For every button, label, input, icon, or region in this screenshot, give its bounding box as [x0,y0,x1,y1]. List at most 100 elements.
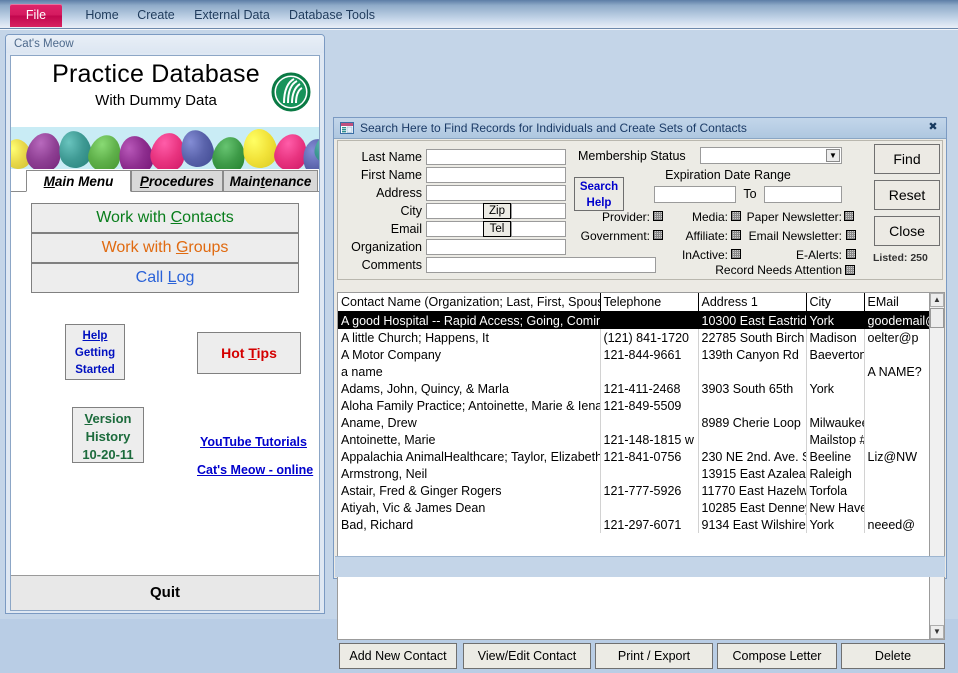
call-log-button[interactable]: Call Log [31,263,299,293]
main-menu-panel: Work with Contacts Work with Groups Call… [11,193,319,610]
label-address: Address [376,186,422,200]
delete-button[interactable]: Delete [841,643,945,669]
cell-telephone: 121-411-2468 [600,380,699,397]
last-name-input[interactable] [426,149,566,165]
easter-egg [56,128,94,169]
cell-contact-name: Armstrong, Neil [338,465,601,482]
chevron-down-icon[interactable]: ▼ [826,149,840,162]
table-row[interactable]: Aname, Drew 8989 Cherie Loop Milwaukee [338,414,931,431]
grid-vertical-scrollbar[interactable]: ▲ ▼ [929,293,944,639]
expiration-to-input[interactable] [764,186,842,203]
record-needs-attention-checkbox[interactable] [845,265,855,275]
cell-email: oelter@p [864,329,931,346]
table-row[interactable]: Astair, Fred & Ginger Rogers 121-777-5926… [338,482,931,499]
table-row[interactable]: A good Hospital -- Rapid Access; Going, … [338,311,931,329]
column-header-email[interactable]: EMail [864,293,931,312]
cell-address1: 10300 East Eastridge St [698,311,807,329]
comments-input[interactable] [426,257,656,273]
print-export-button[interactable]: Print / Export [595,643,713,669]
table-row[interactable]: Atiyah, Vic & James Dean 10285 East Denne… [338,499,931,516]
cell-address1 [698,363,807,380]
table-row[interactable]: Appalachia AnimalHealthcare; Taylor, Eli… [338,448,931,465]
tab-main-menu[interactable]: Main Menu [26,170,131,192]
compose-letter-button[interactable]: Compose Letter [717,643,837,669]
table-row[interactable]: Antoinette, Marie 121-148-1815 w Mailstop … [338,431,931,448]
cell-address1: 11770 East Hazelwood [698,482,807,499]
add-new-contact-button[interactable]: Add New Contact [339,643,457,669]
search-help-line-1: Search [579,181,619,193]
cell-contact-name: Adams, John, Quincy, & Marla [338,380,601,397]
ribbon-tab-database-tools[interactable]: Database Tools [280,4,384,26]
tab-maintenance[interactable]: Maintenance [223,170,318,192]
cats-meow-window: Cat's Meow Practice Database With Dummy … [5,34,325,614]
zip-input[interactable] [511,203,566,219]
tel-input[interactable] [511,221,566,237]
view-edit-contact-button[interactable]: View/Edit Contact [463,643,591,669]
email-newsletter-checkbox[interactable] [846,230,856,240]
e-alerts-checkbox[interactable] [846,249,856,259]
cell-city: Baeverton [806,346,865,363]
organization-input[interactable] [426,239,566,255]
expiration-from-input[interactable] [654,186,736,203]
help-getting-started-button[interactable]: Help Getting Started [65,324,125,380]
cell-email [864,482,931,499]
city-input[interactable] [426,203,491,219]
cell-email [864,414,931,431]
version-history-button[interactable]: Version History 10-20-11 [72,407,144,463]
ribbon-tab-home[interactable]: Home [78,4,126,26]
table-row[interactable]: Bad, Richard 121-297-6071 9134 East Wilshi… [338,516,931,533]
column-header-city[interactable]: City [806,293,865,312]
close-icon[interactable]: ✖ [926,121,940,135]
cell-city [806,397,865,414]
cell-contact-name: Astair, Fred & Ginger Rogers [338,482,601,499]
ribbon-tab-create[interactable]: Create [130,4,182,26]
column-header-address1[interactable]: Address 1 [698,293,807,312]
membership-status-select[interactable]: ▼ [700,147,842,164]
table-row[interactable]: Armstrong, Neil 13915 East Azalea Ct.Rale… [338,465,931,482]
hot-tips-button[interactable]: Hot Tips [197,332,301,374]
access-form-icon [340,122,354,134]
first-name-input[interactable] [426,167,566,183]
column-header-telephone[interactable]: Telephone [600,293,699,312]
work-with-contacts-button[interactable]: Work with Contacts [31,203,299,233]
label-expiration-to: To [743,187,757,201]
youtube-tutorials-link[interactable]: YouTube Tutorials [200,435,307,449]
button-accesskey: T [248,345,257,361]
triangle-up-icon[interactable]: ▲ [930,293,944,307]
cell-email: goodemail@ [864,311,931,329]
address-input[interactable] [426,185,566,201]
work-with-groups-button[interactable]: Work with Groups [31,233,299,263]
table-row[interactable]: a name A NAME? [338,363,931,380]
version-word: ersion [92,411,132,426]
table-row[interactable]: Aloha Family Practice; Antoinette, Marie… [338,397,931,414]
cell-telephone [600,465,699,482]
cell-address1 [698,397,807,414]
label-provider: Provider: [601,210,650,224]
cats-meow-body: Practice Database With Dummy Data Main M… [10,55,320,611]
search-dialog: Search Here to Find Records for Individu… [333,117,947,669]
listed-value: 250 [910,252,928,264]
tab-procedures[interactable]: Procedures [131,170,223,192]
table-row[interactable]: Adams, John, Quincy, & Marla 121-411-2468… [338,380,931,397]
provider-checkbox[interactable] [653,211,663,221]
contacts-grid[interactable]: Contact Name (Organization; Last, First,… [337,292,945,640]
quit-button[interactable]: Quit [11,575,319,610]
cell-city [806,363,865,380]
label-email-newsletter: Email Newsletter: [748,229,842,243]
reset-button[interactable]: Reset [874,180,940,210]
email-input[interactable] [426,221,491,237]
scrollbar-thumb[interactable] [930,308,944,328]
find-button[interactable]: Find [874,144,940,174]
button-accesskey: L [167,269,177,286]
search-help-button[interactable]: Search Help [574,177,624,211]
close-button[interactable]: Close [874,216,940,246]
paper-newsletter-checkbox[interactable] [844,211,854,221]
cats-meow-online-link[interactable]: Cat's Meow - online [197,463,313,477]
cell-address1: 13915 East Azalea Ct. [698,465,807,482]
ribbon-tab-file[interactable]: File [10,4,62,27]
ribbon-tab-external-data[interactable]: External Data [186,4,278,26]
table-row[interactable]: A Motor Company 121-844-9661 139th Canyon … [338,346,931,363]
table-row[interactable]: A little Church; Happens, It (121) 841-17… [338,329,931,346]
column-header-contact-name[interactable]: Contact Name (Organization; Last, First,… [338,293,601,312]
triangle-down-icon[interactable]: ▼ [930,625,944,639]
